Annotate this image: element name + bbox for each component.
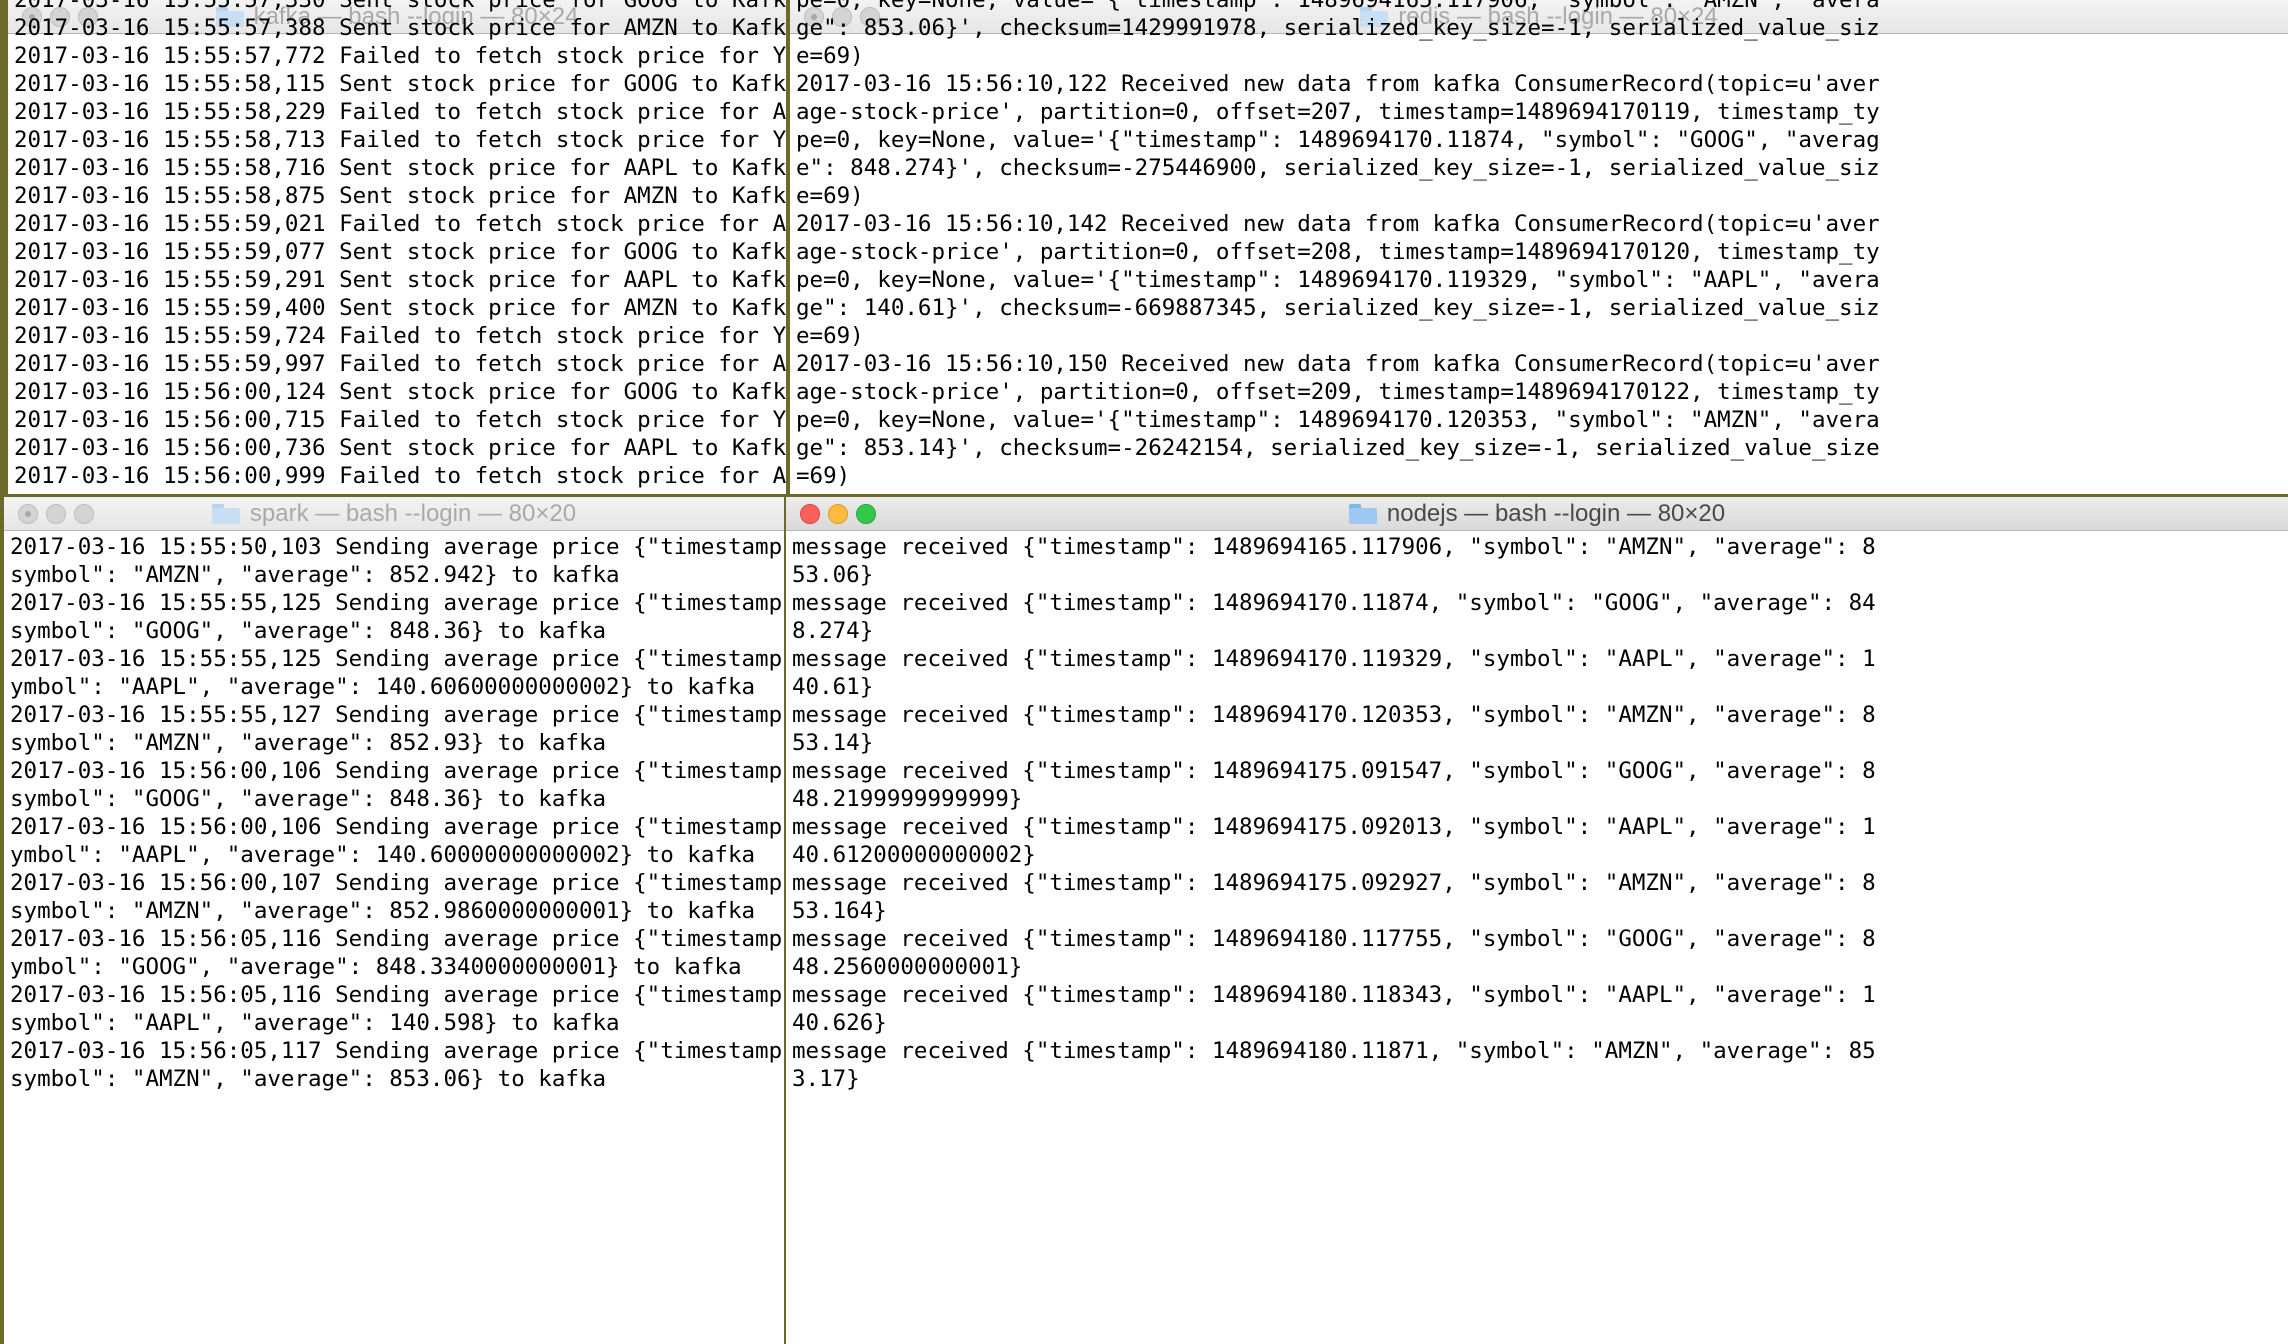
terminal-line: 2017-03-16 15:55:58,716 Sent stock price… bbox=[14, 155, 786, 181]
terminal-line: pe=0, key=None, value='{"timestamp": 148… bbox=[796, 0, 1880, 13]
window-title-text: spark — bash --login — 80×20 bbox=[249, 500, 577, 527]
terminal-line: 2017-03-16 15:55:59,997 Failed to fetch … bbox=[14, 351, 786, 377]
terminal-line: symbol": "AMZN", "average": 852.942} to … bbox=[10, 562, 620, 588]
terminal-line: 2017-03-16 15:56:00,715 Failed to fetch … bbox=[14, 407, 786, 433]
terminal-line: message received {"timestamp": 148969417… bbox=[792, 590, 1876, 616]
terminal-line: 2017-03-16 15:55:59,021 Failed to fetch … bbox=[14, 211, 786, 237]
terminal-line: message received {"timestamp": 148969417… bbox=[792, 646, 1876, 672]
terminal-line: 40.61} bbox=[792, 674, 874, 700]
terminal-line: 2017-03-16 15:56:00,124 Sent stock price… bbox=[14, 379, 786, 405]
terminal-line: ymbol": "AAPL", "average": 140.600000000… bbox=[10, 842, 756, 868]
terminal-line: 2017-03-16 15:55:55,127 Sending average … bbox=[10, 702, 784, 728]
terminal-line: 2017-03-16 15:56:10,142 Received new dat… bbox=[796, 211, 1880, 237]
window-title: spark — bash --login — 80×20 bbox=[4, 497, 784, 531]
terminal-line: e=69) bbox=[796, 323, 864, 349]
terminal-line: 2017-03-16 15:56:10,150 Received new dat… bbox=[796, 351, 1880, 377]
terminal-line: 2017-03-16 15:56:00,999 Failed to fetch … bbox=[14, 463, 786, 489]
terminal-line: 2017-03-16 15:56:05,116 Sending average … bbox=[10, 982, 784, 1008]
terminal-line: symbol": "AMZN", "average": 852.98600000… bbox=[10, 898, 756, 924]
terminal-line: 3.17} bbox=[792, 1066, 860, 1092]
terminal-line: 2017-03-16 15:56:05,117 Sending average … bbox=[10, 1038, 784, 1064]
terminal-line: ge": 853.14}', checksum=-26242154, seria… bbox=[796, 435, 1880, 461]
terminal-line: message received {"timestamp": 148969417… bbox=[792, 758, 1876, 784]
terminal-line: 2017-03-16 15:55:58,115 Sent stock price… bbox=[14, 71, 786, 97]
terminal-line: symbol": "AMZN", "average": 853.06} to k… bbox=[10, 1066, 607, 1092]
terminal-line: 40.626} bbox=[792, 1010, 887, 1036]
terminal-line: =69) bbox=[796, 463, 851, 489]
terminal-line: e=69) bbox=[796, 183, 864, 209]
terminal-window-spark[interactable]: spark — bash --login — 80×20 2017-03-16 … bbox=[4, 497, 784, 1344]
terminal-line: 2017-03-16 15:55:59,077 Sent stock price… bbox=[14, 239, 786, 265]
window-title-text: nodejs — bash --login — 80×20 bbox=[1386, 500, 1726, 527]
terminal-line: 2017-03-16 15:55:58,875 Sent stock price… bbox=[14, 183, 786, 209]
terminal-line: 2017-03-16 15:55:59,724 Failed to fetch … bbox=[14, 323, 786, 349]
terminal-line: symbol": "GOOG", "average": 848.36} to k… bbox=[10, 786, 607, 812]
terminal-line: age-stock-price', partition=0, offset=20… bbox=[796, 379, 1880, 405]
terminal-window-redis[interactable]: redis — bash --login — 80×24 age-stock-p… bbox=[790, 0, 2288, 494]
terminal-line: e": 848.274}', checksum=-275446900, seri… bbox=[796, 155, 1880, 181]
terminal-line: message received {"timestamp": 148969418… bbox=[792, 982, 1876, 1008]
terminal-line: 40.61200000000002} bbox=[792, 842, 1036, 868]
terminal-window-nodejs[interactable]: nodejs — bash --login — 80×20 message re… bbox=[786, 497, 2288, 1344]
terminal-line: pe=0, key=None, value='{"timestamp": 148… bbox=[796, 267, 1880, 293]
terminal-line: ge": 853.06}', checksum=1429991978, seri… bbox=[796, 15, 1880, 41]
terminal-line: symbol": "AAPL", "average": 140.598} to … bbox=[10, 1010, 620, 1036]
terminal-line: 2017-03-16 15:55:55,125 Sending average … bbox=[10, 590, 784, 616]
terminal-output[interactable]: age-stock-price', partition=0, offset=20… bbox=[790, 0, 2288, 490]
terminal-line: 2017-03-16 15:55:55,125 Sending average … bbox=[10, 646, 784, 672]
terminal-line: pe=0, key=None, value='{"timestamp": 148… bbox=[796, 407, 1880, 433]
terminal-line: 2017-03-16 15:56:10,122 Received new dat… bbox=[796, 71, 1880, 97]
terminal-output[interactable]: 2017-03-16 15:55:50,103 Sending average … bbox=[4, 533, 784, 1344]
terminal-line: 2017-03-16 15:55:57,388 Sent stock price… bbox=[14, 15, 786, 41]
terminal-output[interactable]: 2017-03-16 15:55:56,039 Sent stock price… bbox=[8, 0, 786, 490]
terminal-line: age-stock-price', partition=0, offset=20… bbox=[796, 99, 1880, 125]
terminal-line: 48.2199999999999} bbox=[792, 786, 1023, 812]
terminal-line: 53.06} bbox=[792, 562, 874, 588]
terminal-line: 48.2560000000001} bbox=[792, 954, 1023, 980]
terminal-line: 2017-03-16 15:56:00,106 Sending average … bbox=[10, 758, 784, 784]
terminal-line: 2017-03-16 15:55:58,229 Failed to fetch … bbox=[14, 99, 786, 125]
terminal-line: 53.14} bbox=[792, 730, 874, 756]
terminal-line: 2017-03-16 15:56:00,106 Sending average … bbox=[10, 814, 784, 840]
terminal-line: ymbol": "AAPL", "average": 140.606000000… bbox=[10, 674, 756, 700]
terminal-line: 2017-03-16 15:55:57,330 Sent stock price… bbox=[14, 0, 786, 13]
terminal-line: e=69) bbox=[796, 43, 864, 69]
terminal-line: message received {"timestamp": 148969417… bbox=[792, 814, 1876, 840]
terminal-line: message received {"timestamp": 148969417… bbox=[792, 702, 1876, 728]
terminal-line: 53.164} bbox=[792, 898, 887, 924]
terminal-line: 2017-03-16 15:55:57,772 Failed to fetch … bbox=[14, 43, 786, 69]
terminal-line: 2017-03-16 15:55:58,713 Failed to fetch … bbox=[14, 127, 786, 153]
terminal-line: message received {"timestamp": 148969417… bbox=[792, 870, 1876, 896]
terminal-line: message received {"timestamp": 148969416… bbox=[792, 534, 1876, 560]
terminal-line: ymbol": "GOOG", "average": 848.334000000… bbox=[10, 954, 742, 980]
terminal-output[interactable]: message received {"timestamp": 148969416… bbox=[786, 533, 2288, 1344]
terminal-line: 8.274} bbox=[792, 618, 874, 644]
terminal-line: message received {"timestamp": 148969418… bbox=[792, 1038, 1876, 1064]
terminal-line: age-stock-price', partition=0, offset=20… bbox=[796, 239, 1880, 265]
title-bar[interactable]: spark — bash --login — 80×20 bbox=[4, 497, 784, 531]
terminal-line: pe=0, key=None, value='{"timestamp": 148… bbox=[796, 127, 1880, 153]
terminal-line: 2017-03-16 15:56:05,116 Sending average … bbox=[10, 926, 784, 952]
terminal-line: 2017-03-16 15:55:50,103 Sending average … bbox=[10, 534, 784, 560]
terminal-line: symbol": "AMZN", "average": 852.93} to k… bbox=[10, 730, 607, 756]
terminal-line: 2017-03-16 15:55:59,291 Sent stock price… bbox=[14, 267, 786, 293]
folder-icon bbox=[211, 504, 240, 524]
folder-icon bbox=[1348, 504, 1377, 524]
terminal-line: ge": 140.61}', checksum=-669887345, seri… bbox=[796, 295, 1880, 321]
terminal-line: message received {"timestamp": 148969418… bbox=[792, 926, 1876, 952]
title-bar[interactable]: nodejs — bash --login — 80×20 bbox=[786, 497, 2288, 531]
terminal-line: 2017-03-16 15:56:00,107 Sending average … bbox=[10, 870, 784, 896]
terminal-line: 2017-03-16 15:56:00,736 Sent stock price… bbox=[14, 435, 786, 461]
window-title: nodejs — bash --login — 80×20 bbox=[786, 497, 2288, 531]
terminal-line: 2017-03-16 15:55:59,400 Sent stock price… bbox=[14, 295, 786, 321]
terminal-line: symbol": "GOOG", "average": 848.36} to k… bbox=[10, 618, 607, 644]
terminal-window-kafka[interactable]: kafka — bash --login — 80×24 2017-03-16 … bbox=[8, 0, 786, 494]
